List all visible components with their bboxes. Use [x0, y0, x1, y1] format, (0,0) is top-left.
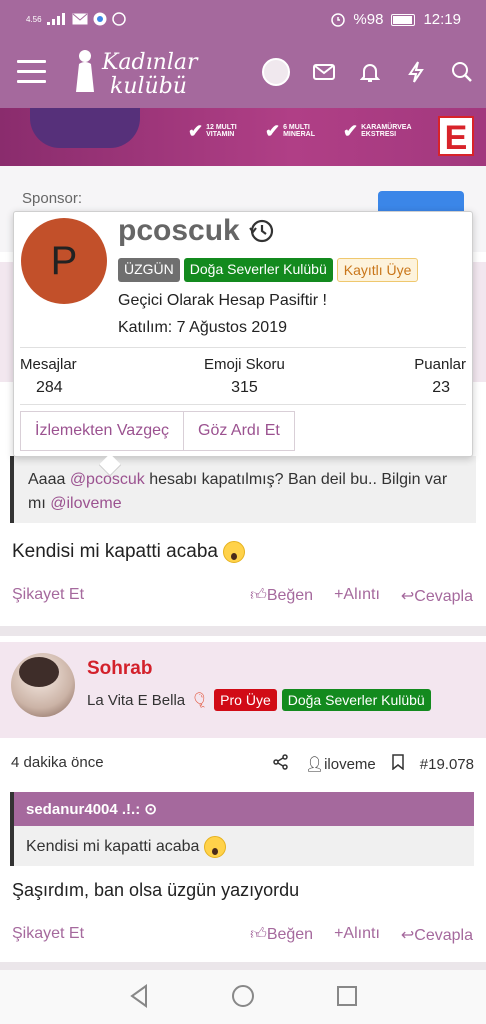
profile-stats: Mesajlar 284 Emoji Skoru 315 Puanlar 23	[20, 356, 466, 404]
member-badge: Kayıtlı Üye	[336, 258, 419, 282]
post2-quote-body: Kendisi mi kapatti acaba	[10, 826, 474, 866]
post2-message: Şaşırdım, ban olsa üzgün yazıyordu	[12, 880, 300, 900]
signal-icon	[46, 13, 65, 25]
recents-icon[interactable]	[336, 985, 358, 1007]
banner-feature-3: ✔ KARAMÜRVEA EKSTRESI	[343, 121, 412, 141]
author-title: La Vita E Bella	[87, 691, 186, 709]
mood-badge: ÜZGÜN	[118, 258, 180, 282]
search-icon[interactable]	[450, 60, 474, 84]
alarm-icon	[331, 12, 346, 27]
sponsor-label: Sponsor:	[22, 190, 83, 207]
shocked-emoji-icon	[223, 541, 246, 563]
balloon-icon: 🎈︎	[190, 692, 210, 709]
quote-button[interactable]: +Alıntı	[334, 925, 380, 945]
banner-product-image	[30, 108, 140, 148]
site-logo[interactable]: Kadınlar kulübü	[70, 48, 210, 100]
post2-quote-header[interactable]: sedanur4004 .!.: ⊙	[10, 792, 474, 826]
thumbs-up-icon: 👍︎	[250, 587, 267, 604]
quote-button[interactable]: +Alıntı	[334, 586, 380, 606]
signal-indicator: 4.56	[26, 14, 42, 24]
user-avatar[interactable]	[262, 58, 290, 86]
reply-to-user[interactable]: 👤︎iloveme	[305, 755, 376, 773]
reply-icon: ↩︎	[400, 588, 415, 605]
banner-feature-1: ✔ 12 MULTI VITAMIN	[188, 121, 237, 141]
thumbs-up-icon: 👍︎	[250, 926, 267, 943]
divider	[20, 347, 466, 348]
profile-status: Geçici Olarak Hesap Pasiftir !	[118, 292, 327, 309]
banner-feature-2: ✔ 6 MULTI MINERAL	[265, 121, 315, 141]
club-badge: Doğa Severler Kulübü	[183, 258, 333, 282]
header-actions	[262, 58, 474, 86]
menu-icon[interactable]	[17, 60, 46, 86]
status-bar: 4.56 %98 12:19	[0, 0, 486, 40]
stat-messages[interactable]: Mesajlar 284	[20, 356, 77, 397]
divider	[20, 404, 466, 405]
post2-author-header: Sohrab La Vita E Bella 🎈︎ Pro Üye Doğa S…	[0, 642, 486, 738]
home-icon[interactable]	[231, 984, 255, 1008]
profile-avatar[interactable]: P	[21, 218, 107, 304]
logo-text-top: Kadınlar	[102, 50, 198, 75]
like-button[interactable]: 👍︎Beğen	[250, 925, 313, 945]
banner-brand-logo: E	[438, 116, 474, 157]
chat-icon	[93, 12, 107, 26]
post1-quote-text: Aaaa @pcoscuk hesabı kapatılmış? Ban dei…	[28, 471, 448, 512]
author-name[interactable]: Sohrab	[87, 658, 152, 680]
profile-join-date: Katılım: 7 Ağustos 2019	[118, 319, 287, 336]
reply-icon: ↩︎	[400, 927, 415, 944]
inbox-icon[interactable]	[312, 60, 336, 84]
author-avatar[interactable]	[11, 653, 75, 717]
author-title-row: La Vita E Bella 🎈︎ Pro Üye Doğa Severler…	[87, 689, 431, 711]
ad-banner[interactable]: ✔ 12 MULTI VITAMIN ✔ 6 MULTI MINERAL ✔ KARA…	[0, 108, 486, 166]
club-badge: Doğa Severler Kulübü	[281, 689, 431, 711]
battery-percent: %98	[353, 11, 384, 28]
arrow-up-circle-icon: ⊙	[144, 801, 157, 818]
ignore-button[interactable]: Göz Ardı Et	[184, 411, 295, 451]
reply-button[interactable]: ↩︎Cevapla	[401, 586, 473, 606]
mail-icon	[72, 13, 88, 25]
post1-message: Kendisi mi kapatti acaba	[12, 541, 246, 563]
like-button[interactable]: 👍︎Beğen	[250, 586, 313, 606]
clock: 12:19	[423, 11, 461, 28]
pro-badge: Pro Üye	[214, 689, 277, 711]
stat-points[interactable]: Puanlar 23	[414, 356, 466, 397]
stat-emoji-score[interactable]: Emoji Skoru 315	[204, 356, 285, 397]
profile-username[interactable]: pcoscuk	[118, 214, 240, 248]
battery-icon	[391, 13, 416, 26]
app-header: Kadınlar kulübü	[0, 40, 486, 108]
logo-text-bottom: kulübü	[110, 74, 187, 99]
shocked-emoji-icon	[203, 836, 226, 858]
mention-link-2[interactable]: @iloveme	[50, 495, 121, 512]
profile-badges: ÜZGÜN Doğa Severler Kulübü Kayıtlı Üye	[118, 258, 419, 282]
status-right: %98 12:19	[331, 11, 461, 28]
post1-quote: Aaaa @pcoscuk hesabı kapatılmış? Ban dei…	[10, 456, 476, 523]
back-icon[interactable]	[128, 984, 150, 1008]
post1-actions: Şikayet Et 👍︎Beğen +Alıntı ↩︎Cevapla	[0, 582, 486, 610]
whatsapp-icon	[111, 12, 126, 26]
report-link[interactable]: Şikayet Et	[12, 586, 84, 604]
post-number[interactable]: #19.078	[420, 756, 474, 773]
unfollow-button[interactable]: İzlemekten Vazgeç	[20, 411, 184, 451]
lightning-icon[interactable]	[404, 60, 428, 84]
profile-username-row: pcoscuk	[118, 214, 274, 248]
system-nav-bar	[0, 970, 486, 1024]
status-left: 4.56	[26, 12, 126, 26]
post-separator	[0, 626, 486, 636]
post2-meta: 4 dakika önce 👤︎iloveme #19.078	[0, 752, 486, 774]
reply-button[interactable]: ↩︎Cevapla	[401, 925, 473, 945]
user-profile-popup: P pcoscuk ÜZGÜN Doğa Severler Kulübü Kay…	[13, 211, 473, 477]
post-time[interactable]: 4 dakika önce	[11, 754, 104, 771]
user-icon: 👤︎	[305, 756, 325, 773]
profile-actions: İzlemekten Vazgeç Göz Ardı Et	[20, 411, 295, 451]
report-link[interactable]: Şikayet Et	[12, 925, 84, 943]
bookmark-icon[interactable]	[392, 754, 404, 774]
share-icon[interactable]	[273, 754, 289, 774]
bell-icon[interactable]	[358, 60, 382, 84]
post-separator	[0, 962, 486, 970]
post2-actions: Şikayet Et 👍︎Beğen +Alıntı ↩︎Cevapla	[0, 921, 486, 949]
logo-figure-icon	[76, 50, 94, 92]
history-icon[interactable]	[248, 218, 274, 244]
